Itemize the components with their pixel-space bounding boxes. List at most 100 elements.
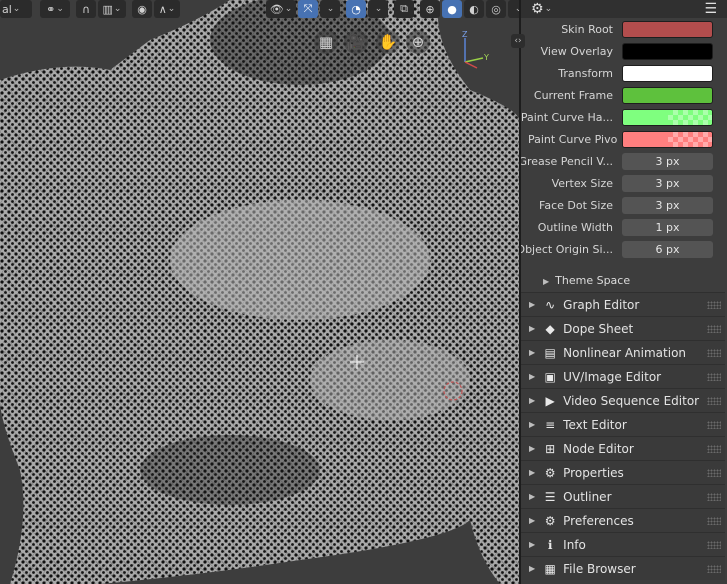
axis-gizmo[interactable]: Z Y [455, 30, 495, 70]
expand-triangle-icon: ▶ [529, 300, 536, 309]
editor-section-label: Text Editor [563, 417, 627, 432]
editor-theme-section[interactable]: ▶ ≡ Text Editor [521, 412, 725, 436]
material-shading-icon[interactable]: ◐ [464, 0, 484, 18]
editor-section-label: Graph Editor [563, 297, 640, 312]
drag-grip-icon[interactable] [707, 420, 721, 429]
overlay-icon[interactable]: ◔ [346, 0, 366, 18]
drag-grip-icon[interactable] [707, 564, 721, 573]
theme-size-row: Object Origin Si... 6 px [521, 240, 727, 260]
size-number-field[interactable]: 3 px [622, 153, 713, 170]
expand-triangle-icon: ▶ [529, 444, 536, 453]
theme-space-subsection[interactable]: ▶ Theme Space [543, 274, 630, 287]
editor-theme-section[interactable]: ▶ ☰ Outliner [521, 484, 725, 508]
drag-grip-icon[interactable] [707, 516, 721, 525]
theme-size-label: Grease Pencil V... [519, 155, 613, 168]
falloff-icon[interactable]: ∧ ⌄ [154, 0, 180, 18]
shading-dropdown-icon[interactable]: ⌄ [508, 0, 519, 18]
area-split-arrow-icon[interactable]: ‹› [511, 34, 525, 48]
editor-section-label: Dope Sheet [563, 321, 634, 336]
svg-text:Y: Y [483, 53, 489, 62]
color-swatch[interactable] [622, 43, 713, 60]
size-number-field[interactable]: 1 px [622, 219, 713, 236]
solid-shading-icon[interactable]: ● [442, 0, 462, 18]
theme-color-label: View Overlay [540, 45, 613, 58]
editor-theme-section[interactable]: ▶ ∿ Graph Editor [521, 292, 725, 316]
theme-color-row: Paint Curve Ha... [521, 108, 727, 128]
graph-editor-icon: ∿ [545, 297, 556, 312]
editor-theme-section[interactable]: ▶ ▦ File Browser [521, 556, 725, 580]
theme-color-row: Transform [521, 64, 727, 84]
editor-theme-section[interactable]: ▶ ⊞ Node Editor [521, 436, 725, 460]
sculpt-mesh-wireframe [0, 0, 519, 584]
drag-grip-icon[interactable] [707, 348, 721, 357]
gizmo-icon[interactable]: ⤧ [298, 0, 318, 18]
drag-grip-icon[interactable] [707, 444, 721, 453]
hand-icon[interactable]: ✋ [376, 30, 400, 54]
color-swatch[interactable] [622, 131, 713, 148]
wireframe-shading-icon[interactable]: ⊕ [420, 0, 440, 18]
theme-color-row: View Overlay [521, 42, 727, 62]
theme-color-label: Current Frame [533, 89, 613, 102]
camera-icon[interactable]: 🎥 [344, 30, 368, 54]
zoom-icon[interactable]: ⊕ [406, 30, 430, 54]
theme-color-row: Paint Curve Pivo [521, 130, 727, 150]
xray-icon[interactable]: ⧉ [394, 0, 414, 18]
size-number-field[interactable]: 6 px [622, 241, 713, 258]
theme-color-row: Skin Root [521, 20, 727, 40]
grid-icon[interactable]: ▦ [314, 30, 338, 54]
editor-section-label: UV/Image Editor [563, 369, 662, 384]
drag-grip-icon[interactable] [707, 540, 721, 549]
drag-grip-icon[interactable] [707, 396, 721, 405]
editor-theme-section[interactable]: ▶ ▶ Video Sequence Editor [521, 388, 725, 412]
gear-icon[interactable]: ⚙ ⌄ [531, 0, 552, 18]
theme-size-label: Outline Width [537, 221, 613, 234]
3d-viewport[interactable]: al ⌄ ⚭ ⌄ ∩ ▥ ⌄ ◉ ∧ ⌄ 👁 ⌄ ⤧ ⌄ ◔ ⌄ ⧉ ⊕ ● ◐ ◎ ⌄ … [0, 0, 519, 584]
editor-theme-section[interactable]: ▶ ▣ UV/Image Editor [521, 364, 725, 388]
visibility-icon[interactable]: 👁 ⌄ [266, 0, 296, 18]
color-swatch[interactable] [622, 21, 713, 38]
rendered-shading-icon[interactable]: ◎ [486, 0, 506, 18]
snap-icon[interactable]: ∩ [76, 0, 96, 18]
editor-theme-section[interactable]: ▶ ⚙ Preferences [521, 508, 725, 532]
theme-color-label: Skin Root [561, 23, 613, 36]
proportional-edit-icon[interactable]: ◉ [132, 0, 152, 18]
color-swatch[interactable] [622, 109, 713, 126]
theme-size-label: Face Dot Size [539, 199, 613, 212]
theme-color-label: Transform [558, 67, 613, 80]
pivot-icon[interactable]: ⚭ ⌄ [40, 0, 70, 18]
gizmo-dropdown-icon[interactable]: ⌄ [320, 0, 340, 18]
expand-triangle-icon: ▶ [529, 372, 536, 381]
dope-sheet-icon: ◆ [545, 321, 555, 336]
editor-section-label: Preferences [563, 513, 634, 528]
color-swatch[interactable] [622, 65, 713, 82]
size-number-field[interactable]: 3 px [622, 175, 713, 192]
editor-theme-section[interactable]: ▶ ℹ Info [521, 532, 725, 556]
theme-size-row: Grease Pencil V... 3 px [521, 152, 727, 172]
preferences-icon: ⚙ [544, 513, 556, 528]
editor-theme-section[interactable]: ▶ ▤ Nonlinear Animation [521, 340, 725, 364]
drag-grip-icon[interactable] [707, 372, 721, 381]
editor-theme-section[interactable]: ▶ ⚙ Properties [521, 460, 725, 484]
svg-text:Z: Z [462, 30, 468, 39]
collapse-triangle-icon: ▶ [543, 277, 550, 286]
drag-grip-icon[interactable] [707, 300, 721, 309]
drag-grip-icon[interactable] [707, 324, 721, 333]
orientation-dropdown[interactable]: al ⌄ [0, 0, 32, 18]
size-number-field[interactable]: 3 px [622, 197, 713, 214]
editor-theme-section[interactable]: ▶ ◆ Dope Sheet [521, 316, 725, 340]
outliner-icon: ☰ [544, 489, 556, 504]
overlay-dropdown-icon[interactable]: ⌄ [368, 0, 388, 18]
panel-header: ⚙ ⌄ ☰ [521, 0, 727, 18]
drag-grip-icon[interactable] [707, 492, 721, 501]
viewport-header-right: 👁 ⌄ ⤧ ⌄ ◔ ⌄ ⧉ ⊕ ● ◐ ◎ ⌄ [266, 0, 519, 18]
file-browser-icon: ▦ [544, 561, 556, 576]
snap-target-icon[interactable]: ▥ ⌄ [98, 0, 126, 18]
hamburger-icon[interactable]: ☰ [704, 0, 717, 18]
color-swatch[interactable] [622, 87, 713, 104]
nla-icon: ▤ [544, 345, 556, 360]
drag-grip-icon[interactable] [707, 468, 721, 477]
theme-color-label: Paint Curve Ha... [520, 111, 613, 124]
expand-triangle-icon: ▶ [529, 516, 536, 525]
sequencer-icon: ▶ [545, 393, 555, 408]
theme-color-row: Current Frame [521, 86, 727, 106]
